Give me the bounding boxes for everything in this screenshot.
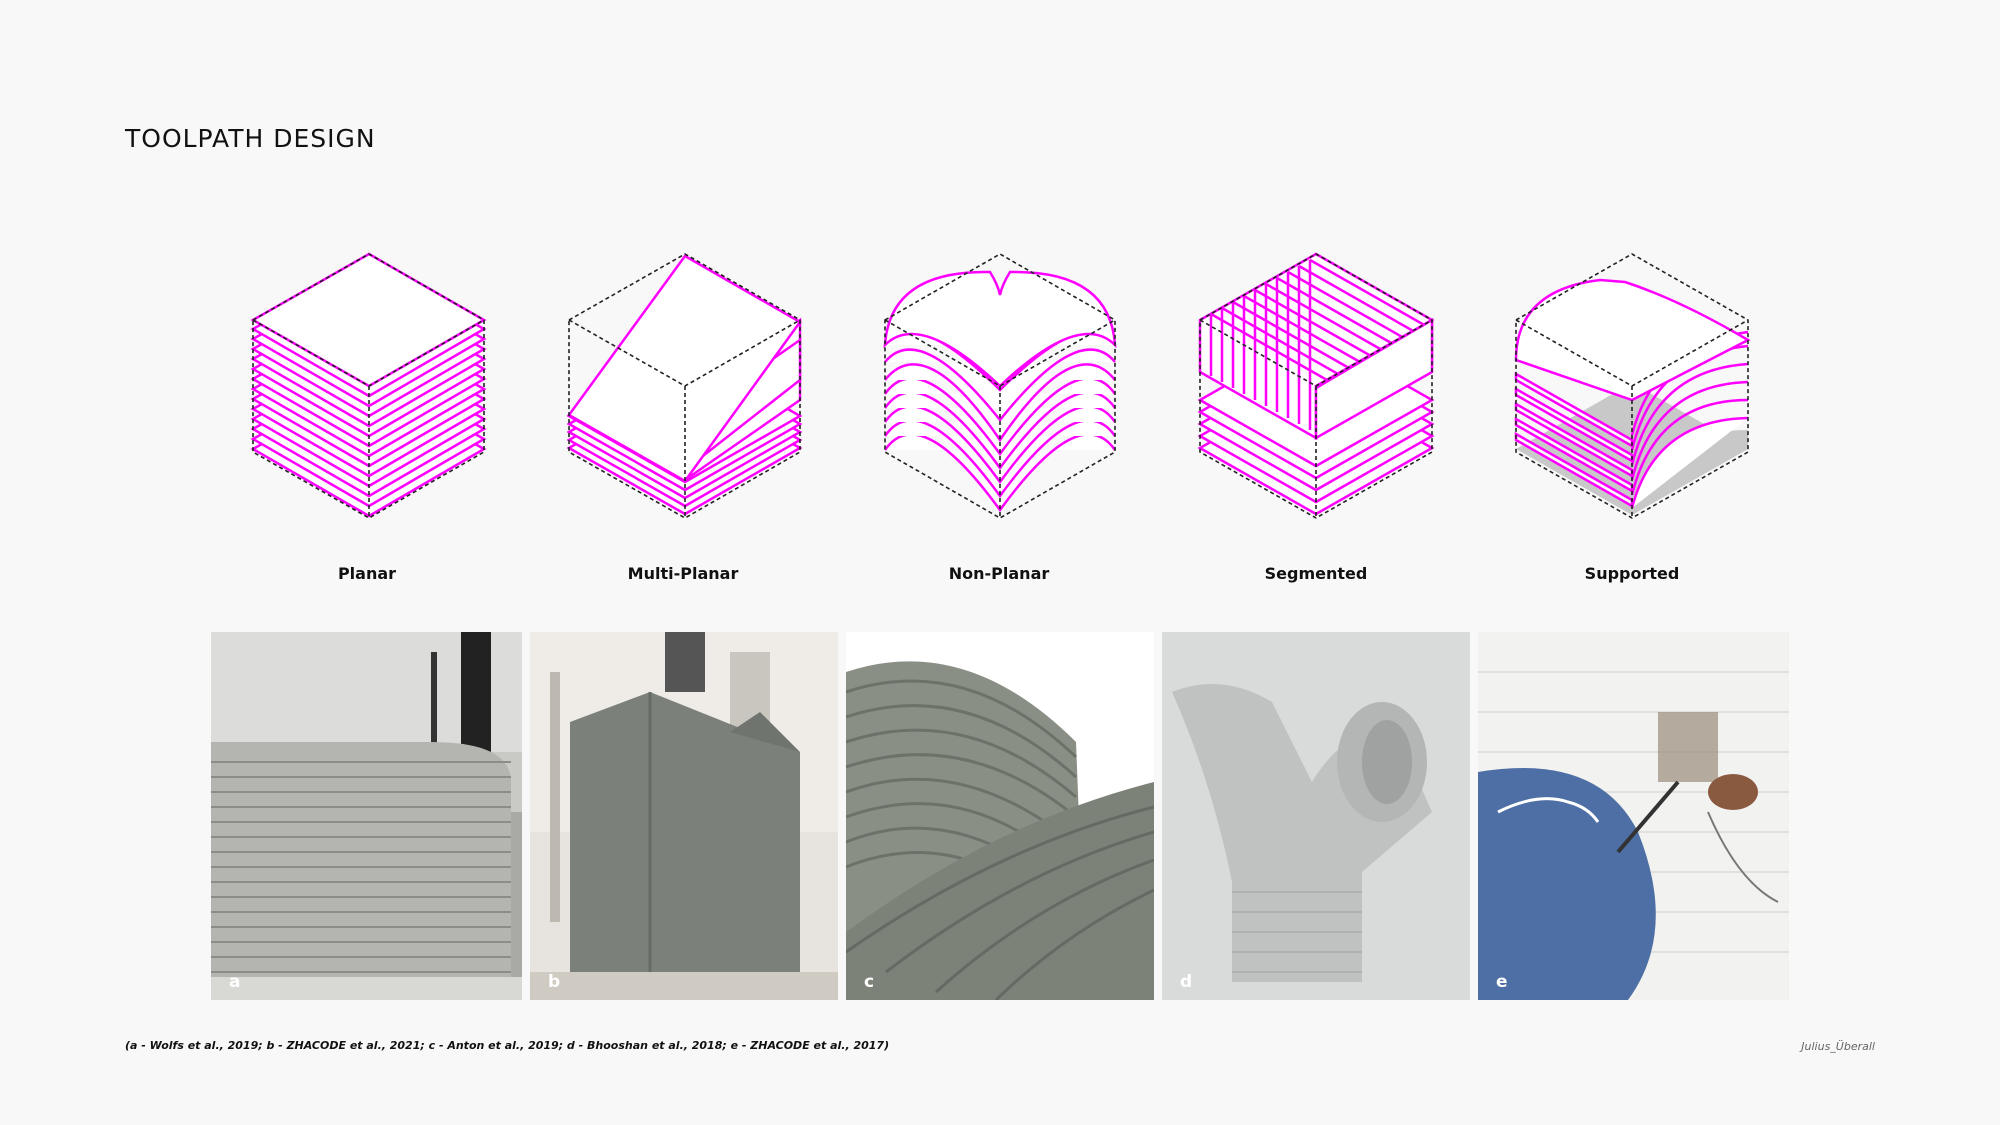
- segmented-cube-icon: [1197, 252, 1435, 519]
- photo-label-e: e: [1496, 972, 1508, 992]
- photo-label-d: d: [1180, 972, 1193, 992]
- photo-a: a: [211, 632, 522, 1000]
- photo-e: e: [1478, 632, 1789, 1000]
- photo-label-a: a: [229, 972, 241, 992]
- category-label-segmented: Segmented: [1264, 564, 1368, 583]
- supported-cube-icon: [1514, 253, 1751, 519]
- planar-cube-icon: [250, 252, 487, 519]
- toolpath-diagrams: [250, 252, 1751, 519]
- photo-b: b: [530, 632, 838, 1000]
- author-credit: Julius_Überall: [1801, 1040, 1875, 1053]
- photo-c: c: [846, 632, 1154, 1000]
- non-planar-cube-icon: [883, 253, 1117, 519]
- photo-label-c: c: [864, 972, 875, 992]
- photo-d: d: [1162, 632, 1470, 1000]
- category-label-non-planar: Non-Planar: [948, 564, 1050, 583]
- photo-label-b: b: [548, 972, 561, 992]
- multi-planar-cube-icon: [566, 253, 803, 519]
- category-label-multi-planar: Multi-Planar: [627, 564, 739, 583]
- category-label-supported: Supported: [1584, 564, 1680, 583]
- category-label-planar: Planar: [337, 564, 397, 583]
- citation: (a - Wolfs et al., 2019; b - ZHACODE et …: [125, 1039, 890, 1052]
